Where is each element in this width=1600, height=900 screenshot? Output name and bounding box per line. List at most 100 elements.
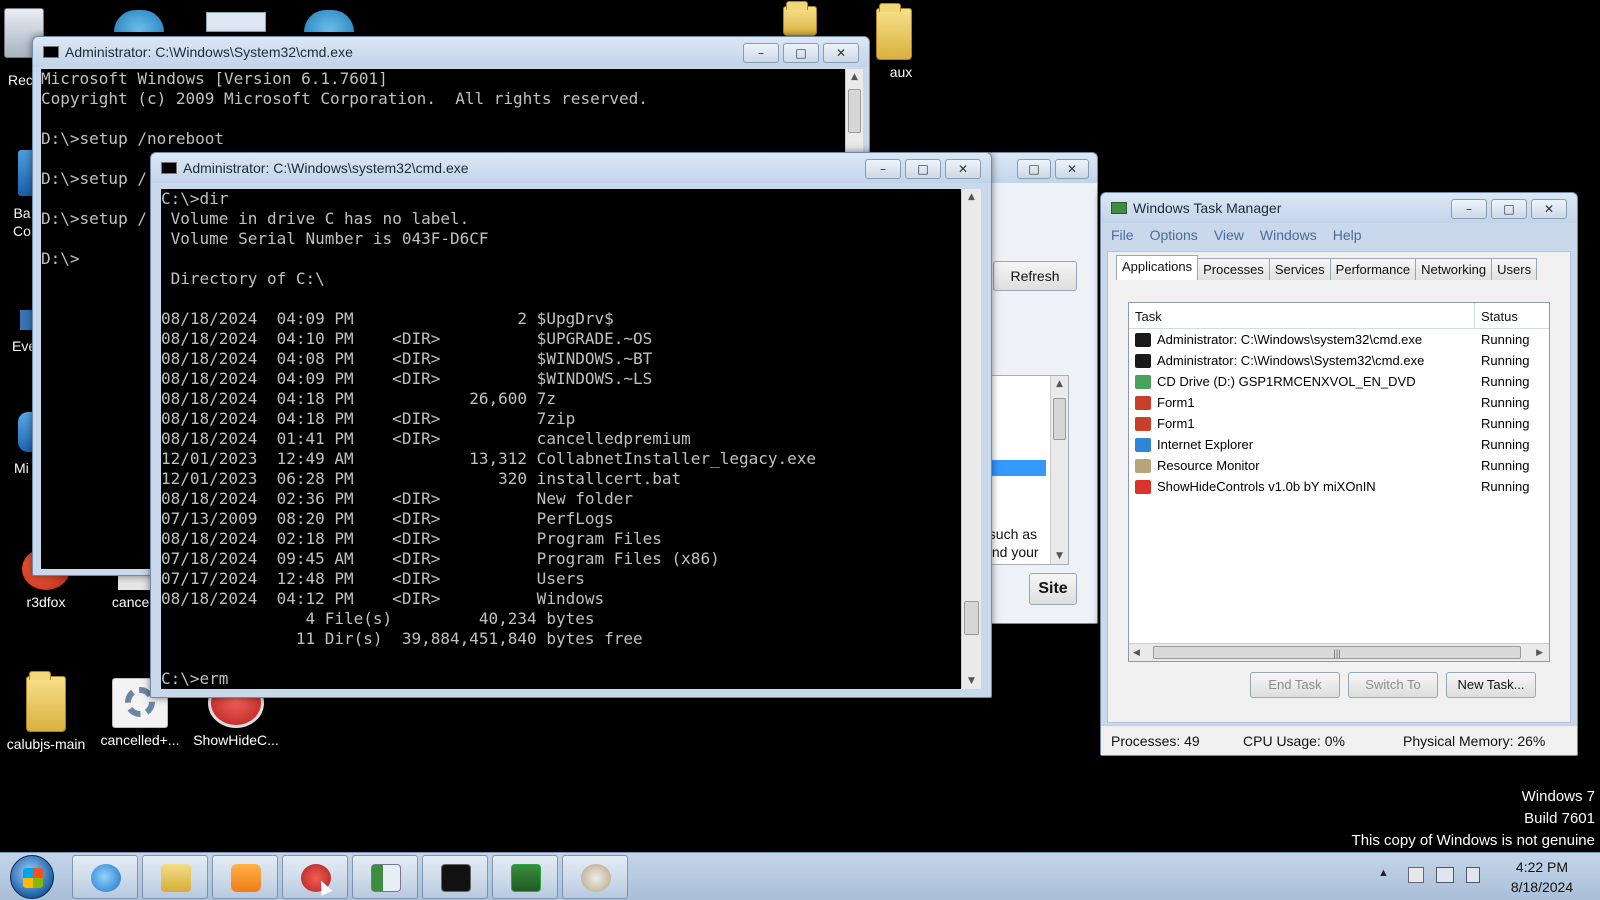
menu-windows[interactable]: Windows xyxy=(1260,227,1317,243)
task-name-cell: ShowHideControls v1.0b bY miXOnIN xyxy=(1129,479,1475,494)
maximize-button[interactable]: □ xyxy=(1491,199,1527,219)
taskbar: ▲ 4:22 PM 8/18/2024 xyxy=(0,852,1600,900)
console-output[interactable]: C:\>dir Volume in drive C has no label. … xyxy=(161,189,961,689)
scroll-thumb[interactable] xyxy=(964,601,979,635)
desktop-icon-label: r3dfox xyxy=(26,594,66,610)
console-line: 08/18/2024 04:09 PM <DIR> $WINDOWS.~LS xyxy=(161,369,653,388)
vertical-scrollbar[interactable]: ▲ ▼ xyxy=(961,189,981,689)
menu-options[interactable]: Options xyxy=(1150,227,1198,243)
task-row[interactable]: Form1 Running xyxy=(1129,392,1549,413)
task-row[interactable]: CD Drive (D:) GSP1RMCENXVOL_EN_DVD Runnin… xyxy=(1129,371,1549,392)
tab-performance[interactable]: Performance xyxy=(1329,258,1417,280)
scroll-up-arrow[interactable]: ▲ xyxy=(1051,376,1068,392)
scroll-thumb[interactable] xyxy=(848,89,861,133)
scroll-right-arrow[interactable]: ▶ xyxy=(1536,647,1543,658)
task-name: CD Drive (D:) GSP1RMCENXVOL_EN_DVD xyxy=(1157,374,1416,389)
tab-processes[interactable]: Processes xyxy=(1197,258,1270,280)
task-status: Running xyxy=(1481,353,1530,368)
show-hidden-icons-button[interactable]: ▲ xyxy=(1378,867,1389,879)
title-bar[interactable]: Windows Task Manager – □ ✕ xyxy=(1101,193,1577,223)
start-button[interactable] xyxy=(10,855,54,899)
task-name-cell: Internet Explorer xyxy=(1129,437,1475,452)
column-header-task[interactable]: Task xyxy=(1129,303,1475,328)
close-button[interactable]: ✕ xyxy=(823,43,859,63)
task-row[interactable]: Internet Explorer Running xyxy=(1129,434,1549,455)
new-task-button[interactable]: New Task... xyxy=(1446,672,1536,698)
tab-networking[interactable]: Networking xyxy=(1415,258,1493,280)
minimize-button[interactable]: – xyxy=(743,43,779,63)
end-task-button[interactable]: End Task xyxy=(1250,672,1340,698)
task-manager-window[interactable]: Windows Task Manager – □ ✕ File Options … xyxy=(1100,192,1578,756)
scroll-thumb[interactable]: ||| xyxy=(1153,646,1521,659)
action-center-icon[interactable] xyxy=(1408,867,1424,883)
close-button[interactable]: ✕ xyxy=(945,159,981,179)
taskbar-showhide[interactable] xyxy=(282,855,348,899)
task-name-cell: Form1 xyxy=(1129,416,1475,431)
clock-date[interactable]: 8/18/2024 xyxy=(1500,879,1584,895)
refresh-button[interactable]: Refresh xyxy=(993,261,1077,291)
cmd-icon xyxy=(43,46,59,58)
task-rows: Administrator: C:\Windows\system32\cmd.e… xyxy=(1129,329,1549,497)
scroll-up-arrow[interactable]: ▲ xyxy=(846,69,863,85)
taskbar-cmd[interactable] xyxy=(422,855,488,899)
maximize-button[interactable]: □ xyxy=(905,159,941,179)
folder-icon xyxy=(876,3,912,60)
vertical-scrollbar[interactable]: ▲ ▼ xyxy=(1050,376,1068,564)
menu-view[interactable]: View xyxy=(1214,227,1244,243)
volume-muted-icon[interactable] xyxy=(1466,867,1480,883)
title-bar[interactable]: Administrator: C:\Windows\System32\cmd.e… xyxy=(33,37,869,67)
tab-users[interactable]: Users xyxy=(1491,258,1538,280)
tab-strip: Applications Processes Services Performa… xyxy=(1116,255,1538,280)
status-bar: Processes: 49 CPU Usage: 0% Physical Mem… xyxy=(1101,725,1577,755)
desktop-folder-unnamed[interactable] xyxy=(776,1,824,40)
taskbar-internet-explorer[interactable] xyxy=(72,855,138,899)
internet-explorer-icon xyxy=(1135,437,1151,452)
scroll-down-arrow[interactable]: ▼ xyxy=(1051,548,1068,564)
task-list[interactable]: Task Status Administrator: C:\Windows\sy… xyxy=(1128,302,1550,662)
maximize-button[interactable]: □ xyxy=(1017,159,1051,179)
taskbar-file-explorer[interactable] xyxy=(142,855,208,899)
cmd-window-front[interactable]: Administrator: C:\Windows\system32\cmd.e… xyxy=(150,152,992,698)
title-bar[interactable]: Administrator: C:\Windows\system32\cmd.e… xyxy=(151,153,991,183)
task-row[interactable]: Form1 Running xyxy=(1129,413,1549,434)
task-row[interactable]: Administrator: C:\Windows\System32\cmd.e… xyxy=(1129,350,1549,371)
clock-time[interactable]: 4:22 PM xyxy=(1500,859,1584,875)
desktop-icon-calubjs-main[interactable]: calubjs-main xyxy=(0,671,92,752)
taskbar-window-app[interactable] xyxy=(352,855,418,899)
scroll-left-arrow[interactable]: ◀ xyxy=(1133,647,1140,658)
maximize-button[interactable]: □ xyxy=(783,43,819,63)
tab-services[interactable]: Services xyxy=(1268,258,1331,280)
column-header-status[interactable]: Status xyxy=(1475,303,1549,328)
task-row[interactable]: Resource Monitor Running xyxy=(1129,455,1549,476)
desktop-icon-label: Rec xyxy=(8,72,33,88)
scroll-up-arrow[interactable]: ▲ xyxy=(962,189,981,205)
task-row[interactable]: Administrator: C:\Windows\system32\cmd.e… xyxy=(1129,329,1549,350)
desktop-shortcut-globe-2[interactable] xyxy=(304,10,354,32)
minimize-button[interactable]: – xyxy=(865,159,901,179)
close-button[interactable]: ✕ xyxy=(1531,199,1567,219)
console-line: 08/18/2024 02:36 PM <DIR> New folder xyxy=(161,489,634,508)
tab-applications[interactable]: Applications xyxy=(1116,255,1199,280)
task-row[interactable]: ShowHideControls v1.0b bY miXOnIN Running xyxy=(1129,476,1549,497)
desktop-shortcut-window[interactable] xyxy=(206,12,266,32)
folder-icon xyxy=(26,671,66,732)
taskbar-media-player[interactable] xyxy=(212,855,278,899)
menu-file[interactable]: File xyxy=(1111,227,1134,243)
console-line: Volume in drive C has no label. xyxy=(161,209,470,228)
taskbar-resource-monitor[interactable] xyxy=(562,855,628,899)
switch-to-button[interactable]: Switch To xyxy=(1348,672,1438,698)
scroll-down-arrow[interactable]: ▼ xyxy=(962,673,981,689)
desktop-icon-label: aux xyxy=(889,64,913,80)
network-icon[interactable] xyxy=(1436,867,1454,883)
taskbar-task-manager[interactable] xyxy=(492,855,558,899)
scroll-thumb[interactable] xyxy=(1053,398,1066,440)
site-button[interactable]: Site xyxy=(1029,573,1077,605)
close-button[interactable]: ✕ xyxy=(1055,159,1089,179)
minimize-button[interactable]: – xyxy=(1451,199,1487,219)
menu-help[interactable]: Help xyxy=(1333,227,1362,243)
horizontal-scrollbar[interactable]: ◀ ||| ▶ xyxy=(1129,643,1549,661)
desktop-shortcut-globe-1[interactable] xyxy=(114,10,164,32)
windows-logo-icon xyxy=(23,868,43,888)
